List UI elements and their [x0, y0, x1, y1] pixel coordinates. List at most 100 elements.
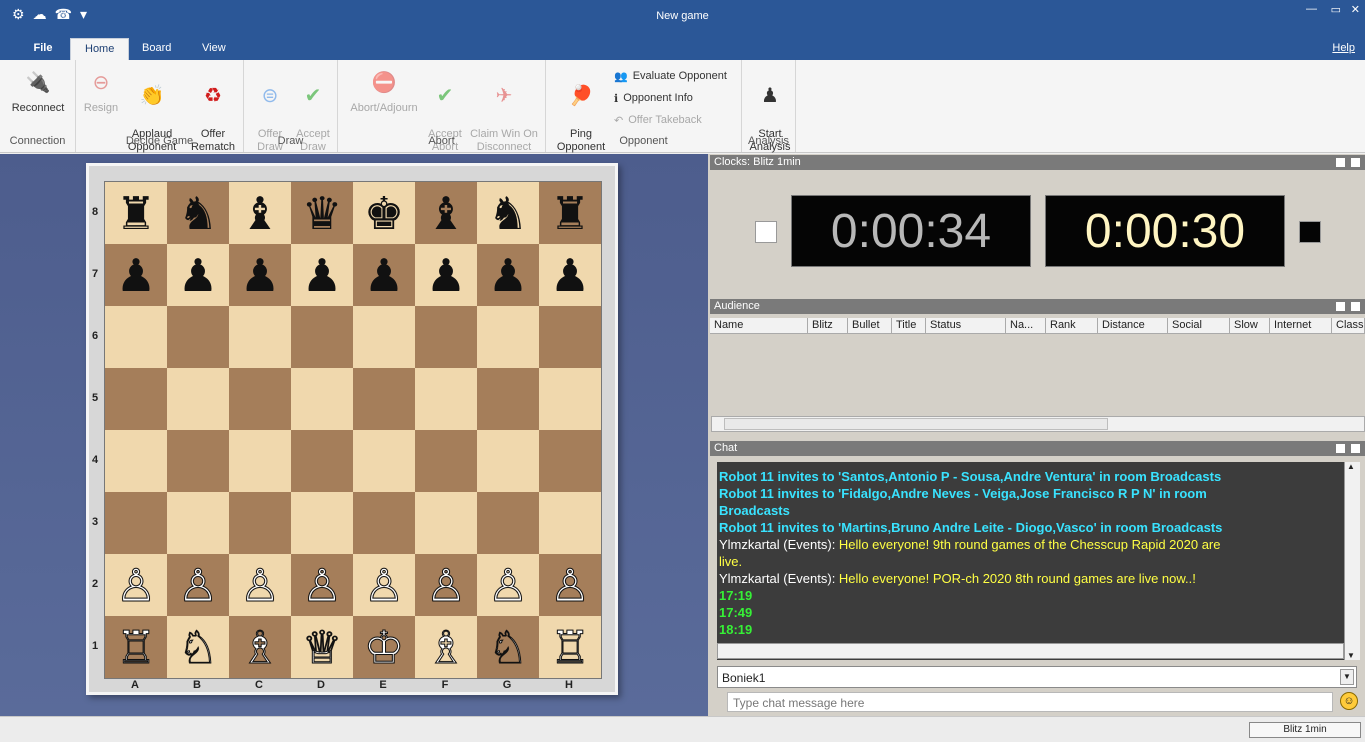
start-analysis-button[interactable]: ♟ Start Analysis [746, 64, 794, 167]
square-c6[interactable] [229, 306, 291, 368]
white-piece[interactable]: ♙ [425, 562, 466, 608]
square-d4[interactable] [291, 430, 353, 492]
audience-column-header[interactable]: Classic [1332, 318, 1365, 333]
audience-column-header[interactable]: Slow [1230, 318, 1270, 333]
resign-button[interactable]: ⊖ Resign [78, 64, 124, 115]
black-piece[interactable]: ♜ [116, 191, 156, 236]
square-e5[interactable] [353, 368, 415, 430]
square-g2[interactable]: ♙ [477, 554, 539, 616]
square-f5[interactable] [415, 368, 477, 430]
white-piece[interactable]: ♔ [363, 624, 404, 670]
square-h5[interactable] [539, 368, 601, 430]
white-piece[interactable]: ♙ [239, 562, 280, 608]
scroll-down-icon[interactable]: ▼ [1347, 651, 1355, 660]
white-piece[interactable]: ♖ [115, 624, 156, 670]
square-a2[interactable]: ♙ [105, 554, 167, 616]
square-f7[interactable]: ♟ [415, 244, 477, 306]
square-a1[interactable]: ♖ [105, 616, 167, 678]
square-a6[interactable] [105, 306, 167, 368]
square-g4[interactable] [477, 430, 539, 492]
close-pane-icon[interactable] [1351, 444, 1360, 453]
square-f3[interactable] [415, 492, 477, 554]
minimize-button[interactable]: — [1306, 3, 1317, 15]
square-e4[interactable] [353, 430, 415, 492]
black-piece[interactable]: ♟ [550, 253, 590, 298]
white-piece[interactable]: ♙ [549, 562, 590, 608]
white-piece[interactable]: ♙ [487, 562, 528, 608]
black-piece[interactable]: ♟ [178, 253, 218, 298]
white-piece[interactable]: ♘ [487, 624, 528, 670]
dock-icon[interactable] [1336, 158, 1345, 167]
square-e7[interactable]: ♟ [353, 244, 415, 306]
audience-column-header[interactable]: Blitz [808, 318, 848, 333]
black-piece[interactable]: ♟ [116, 253, 156, 298]
help-link[interactable]: Help [1332, 42, 1355, 54]
square-d5[interactable] [291, 368, 353, 430]
square-g1[interactable]: ♘ [477, 616, 539, 678]
audience-column-header[interactable]: Title [892, 318, 926, 333]
white-piece[interactable]: ♙ [363, 562, 404, 608]
square-h2[interactable]: ♙ [539, 554, 601, 616]
tab-home[interactable]: Home [70, 38, 130, 60]
tab-board[interactable]: Board [128, 38, 185, 60]
square-a5[interactable] [105, 368, 167, 430]
square-f6[interactable] [415, 306, 477, 368]
square-a8[interactable]: ♜ [105, 182, 167, 244]
audience-column-header[interactable]: Internet [1270, 318, 1332, 333]
applaud-opponent-button[interactable]: 👏 Applaud Opponent [124, 64, 180, 167]
square-g3[interactable] [477, 492, 539, 554]
white-piece[interactable]: ♙ [115, 562, 156, 608]
dock-icon[interactable] [1336, 444, 1345, 453]
square-c3[interactable] [229, 492, 291, 554]
accept-abort-button[interactable]: ✔ Accept Abort [424, 64, 466, 167]
square-d8[interactable]: ♛ [291, 182, 353, 244]
square-e2[interactable]: ♙ [353, 554, 415, 616]
white-piece[interactable]: ♕ [301, 624, 342, 670]
audience-column-header[interactable]: Distance [1098, 318, 1168, 333]
square-g8[interactable]: ♞ [477, 182, 539, 244]
square-h3[interactable] [539, 492, 601, 554]
dock-icon[interactable] [1336, 302, 1345, 311]
white-piece[interactable]: ♙ [177, 562, 218, 608]
square-d2[interactable]: ♙ [291, 554, 353, 616]
square-g7[interactable]: ♟ [477, 244, 539, 306]
square-h4[interactable] [539, 430, 601, 492]
offer-draw-button[interactable]: ⊜ Offer Draw [250, 64, 290, 167]
white-piece[interactable]: ♙ [301, 562, 342, 608]
ping-opponent-button[interactable]: 🏓 Ping Opponent [552, 64, 610, 167]
black-piece[interactable]: ♜ [550, 191, 590, 236]
square-h6[interactable] [539, 306, 601, 368]
square-e1[interactable]: ♔ [353, 616, 415, 678]
square-c1[interactable]: ♗ [229, 616, 291, 678]
scroll-thumb[interactable] [724, 418, 1108, 430]
close-button[interactable]: ✕ [1351, 3, 1360, 16]
reconnect-button[interactable]: 🔌 Reconnect [7, 64, 69, 115]
black-piece[interactable]: ♞ [178, 191, 218, 236]
square-b8[interactable]: ♞ [167, 182, 229, 244]
tab-view[interactable]: View [188, 38, 240, 60]
chat-log[interactable]: Robot 11 invites to 'Santos,Antonio P - … [717, 462, 1344, 660]
accept-draw-button[interactable]: ✔ Accept Draw [292, 64, 334, 167]
square-h8[interactable]: ♜ [539, 182, 601, 244]
square-a7[interactable]: ♟ [105, 244, 167, 306]
square-e3[interactable] [353, 492, 415, 554]
square-c7[interactable]: ♟ [229, 244, 291, 306]
square-c5[interactable] [229, 368, 291, 430]
restore-button[interactable]: ▭ [1331, 3, 1341, 16]
square-h1[interactable]: ♖ [539, 616, 601, 678]
square-d7[interactable]: ♟ [291, 244, 353, 306]
black-piece[interactable]: ♟ [240, 253, 280, 298]
square-e6[interactable] [353, 306, 415, 368]
square-g5[interactable] [477, 368, 539, 430]
square-d3[interactable] [291, 492, 353, 554]
square-e8[interactable]: ♚ [353, 182, 415, 244]
square-d1[interactable]: ♕ [291, 616, 353, 678]
square-b3[interactable] [167, 492, 229, 554]
square-a3[interactable] [105, 492, 167, 554]
square-d6[interactable] [291, 306, 353, 368]
black-piece[interactable]: ♞ [488, 191, 528, 236]
square-c4[interactable] [229, 430, 291, 492]
square-b6[interactable] [167, 306, 229, 368]
black-piece[interactable]: ♟ [364, 253, 404, 298]
offer-takeback-button[interactable]: ↶ Offer Takeback [614, 111, 702, 129]
